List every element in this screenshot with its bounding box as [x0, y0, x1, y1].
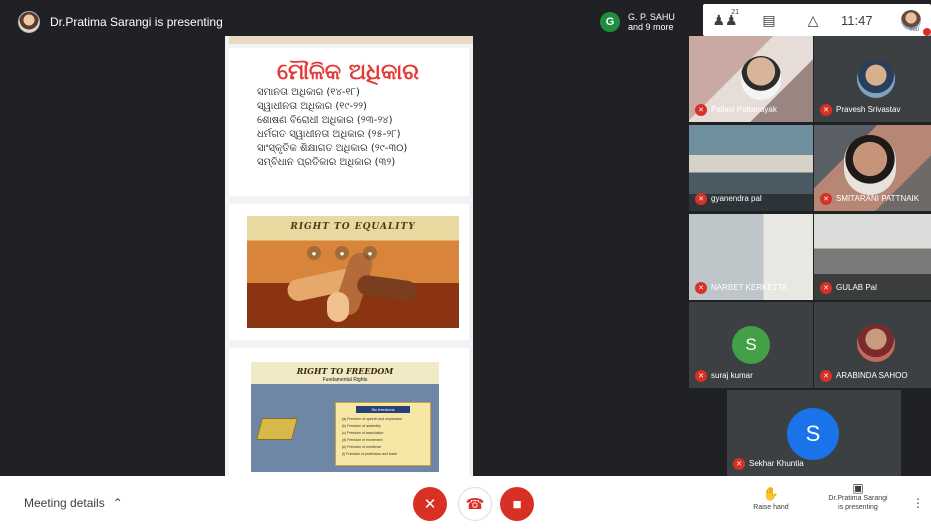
freedom-subtitle: Fundamental Rights: [322, 377, 368, 383]
mic-toggle-button[interactable]: ✕: [413, 487, 447, 521]
participant-tile[interactable]: ✕ ARABINDA SAHOO: [814, 302, 931, 388]
participant-chip-more: and 9 more: [628, 22, 674, 32]
participant-name: GULAB Pal: [836, 283, 877, 292]
activities-icon: △: [807, 11, 819, 28]
chat-button[interactable]: ▤: [747, 4, 791, 36]
participant-name: SMITARANI PATTNAIK: [836, 194, 920, 203]
mic-off-icon: ✕: [695, 104, 707, 116]
participant-avatar: [857, 60, 895, 98]
participant-chip[interactable]: G G. P. SAHU and 9 more: [600, 8, 675, 36]
slide-line: ଶୋଷଣ ବିରୋଧୀ ଅଧିକାର (୨୩-୨୪): [257, 115, 393, 126]
participant-tile[interactable]: ✕ GULAB Pal: [814, 214, 931, 300]
participant-name: Pravesh Srivastav: [836, 105, 901, 114]
freedom-item: (d) Freedom of movement: [342, 438, 383, 442]
equality-title: RIGHT TO EQUALITY: [290, 222, 416, 232]
participant-chip-name: G. P. SAHU: [628, 12, 675, 22]
freedom-item: (b) Freedom of assembly: [342, 424, 381, 428]
participant-avatar: [857, 324, 895, 362]
participant-name: gyanendra pal: [711, 194, 762, 203]
presenting-label-line1: Dr.Pratima Sarangi: [828, 495, 888, 502]
slide-line: ସମାନତା ଅଧିକାର (୧୪-୧୮): [257, 87, 360, 98]
camera-toggle-button[interactable]: ■: [500, 487, 534, 521]
mic-icon[interactable]: ●: [335, 246, 349, 260]
slide-line: ସାଂସ୍କୃତିକ ଶିକ୍ଷାଗତ ଅଧିକାର (୨୯-୩୦): [257, 143, 408, 154]
slide-right-to-equality: RIGHT TO EQUALITY ● ● ●: [229, 204, 469, 340]
mic-off-icon: ✕: [820, 104, 832, 116]
hand-icon: ✋: [762, 486, 780, 501]
meeting-details-button[interactable]: Meeting details ⌃: [24, 496, 123, 510]
presenting-label-line2: is presenting: [838, 504, 878, 511]
mic-off-icon: ✕: [695, 193, 707, 205]
participant-name: NARBET KERKETTA: [711, 283, 788, 292]
freedom-box-title: Six freedoms: [356, 406, 410, 413]
freedom-item: (e) Freedom of residence: [342, 445, 382, 449]
recording-indicator: [923, 28, 931, 36]
freedom-image: RIGHT TO FREEDOM Fundamental Rights Six …: [251, 362, 439, 472]
freedom-item: (f) Freedom of profession and trade: [342, 452, 398, 456]
equality-image: RIGHT TO EQUALITY ● ● ●: [247, 216, 459, 328]
participant-name: Sekhar Khuntia: [749, 459, 804, 468]
meeting-details-label: Meeting details: [24, 496, 105, 510]
pin-icon[interactable]: ●: [307, 246, 321, 260]
slide-line: ସମ୍ବିଧାନ ପ୍ରତିକାର ଅଧିକାର (୩୨): [257, 157, 396, 168]
presentation-stage: ମୌଳିକ ଅଧିକାର ସମାନତା ଅଧିକାର (୧୪-୧୮) ସ୍ୱାଧ…: [0, 36, 690, 476]
slide-line: ଧର୍ମଗତ ସ୍ୱାଧୀନତା ଅଧିକାର (୨୫-୨୮): [257, 129, 401, 140]
freedom-list-box: Six freedoms (a) Freedom of speech and e…: [335, 402, 431, 466]
bottom-bar: Meeting details ⌃ ✕ ☎ ■ ✋ Raise hand ▣ D…: [0, 476, 931, 530]
freedom-item: (c) Freedom of association: [342, 431, 384, 435]
presenter-indicator: Dr.Pratima Sarangi is presenting: [18, 10, 223, 34]
activities-button[interactable]: △: [791, 4, 835, 36]
mic-off-icon: ✕: [695, 370, 707, 382]
mic-off-icon: ✕: [820, 282, 832, 294]
self-label: You: [908, 27, 919, 33]
chevron-up-icon: ⌃: [112, 496, 123, 510]
presenter-avatar: [18, 11, 40, 33]
participant-tile[interactable]: S ✕ suraj kumar: [689, 302, 813, 388]
freedom-title: RIGHT TO FREEDOM: [296, 366, 394, 376]
slide-right-to-freedom: RIGHT TO FREEDOM Fundamental Rights Six …: [229, 348, 469, 476]
participant-name: suraj kumar: [711, 371, 753, 380]
mic-off-icon: ✕: [820, 193, 832, 205]
constitution-book-icon: [256, 418, 298, 440]
more-icon[interactable]: ●: [363, 246, 377, 260]
clock: 11:47: [841, 12, 873, 28]
overlay-controls: ● ● ●: [307, 246, 377, 260]
chat-icon: ▤: [762, 11, 776, 28]
participant-avatar: S: [732, 326, 770, 364]
people-count: 21: [731, 9, 739, 16]
participant-tile[interactable]: ✕ gyanendra pal: [689, 125, 813, 211]
top-actions: ♟♟ 21 ▤ △ 11:47 You: [703, 4, 931, 36]
participant-tile[interactable]: ✕ Pallavi Pattanayak: [689, 36, 813, 122]
participant-name: ARABINDA SAHOO: [836, 371, 908, 380]
participant-tile[interactable]: ✕ SMITARANI PATTNAIK: [814, 125, 931, 211]
participant-avatar: S: [787, 408, 839, 460]
raise-hand-label: Raise hand: [753, 504, 789, 511]
hang-up-icon: ☎: [465, 496, 485, 513]
people-button[interactable]: ♟♟ 21: [703, 4, 747, 36]
shared-document: ମୌଳିକ ଅଧିକାର ସମାନତା ଅଧିକାର (୧୪-୧୮) ସ୍ୱାଧ…: [225, 36, 473, 476]
mic-off-icon: ✕: [423, 496, 437, 513]
camera-off-icon: ■: [512, 495, 522, 513]
slide-fundamental-rights: ମୌଳିକ ଅଧିକାର ସମାନତା ଅଧିକାର (୧୪-୧୮) ସ୍ୱାଧ…: [229, 36, 473, 196]
presenter-text: Dr.Pratima Sarangi is presenting: [50, 15, 223, 29]
participant-chip-avatar: G: [600, 12, 620, 32]
freedom-item: (a) Freedom of speech and expression: [342, 417, 403, 421]
present-screen-icon: ▣: [852, 481, 864, 495]
participant-tile[interactable]: ✕ Pravesh Srivastav: [814, 36, 931, 122]
more-options-icon[interactable]: ⋮: [912, 496, 924, 510]
mic-off-icon: ✕: [695, 282, 707, 294]
raise-hand-button[interactable]: ✋ Raise hand: [745, 486, 797, 511]
leave-call-button[interactable]: ☎: [458, 487, 492, 521]
participant-tile[interactable]: ✕ NARBET KERKETTA: [689, 214, 813, 300]
slide-line: ସ୍ୱାଧୀନତା ଅଧିକାର (୧୯-୨୨): [257, 101, 367, 112]
participant-tile[interactable]: S ✕ Sekhar Khuntia: [727, 390, 901, 476]
presenting-button[interactable]: ▣ Dr.Pratima Sarangi is presenting: [818, 481, 898, 512]
slide-title: ମୌଳିକ ଅଧିକାର: [277, 60, 419, 85]
mic-off-icon: ✕: [733, 458, 745, 470]
mic-off-icon: ✕: [820, 370, 832, 382]
participant-name: Pallavi Pattanayak: [711, 105, 777, 114]
